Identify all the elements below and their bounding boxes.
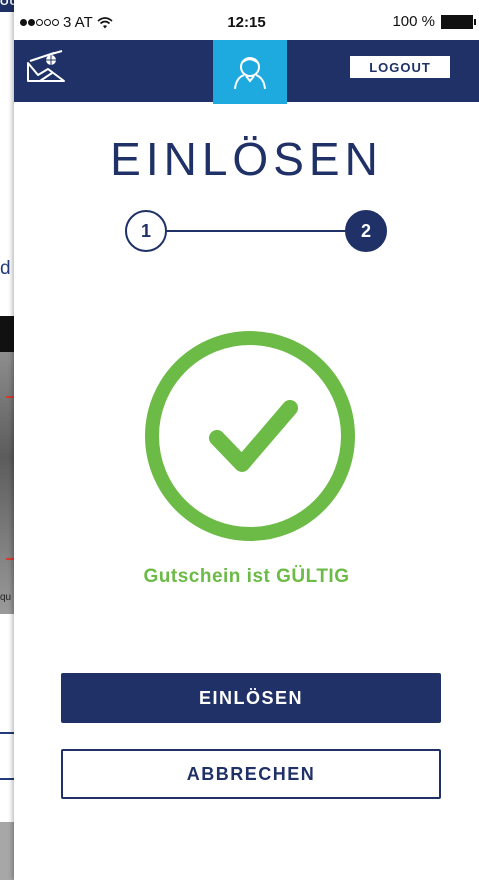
mountain-sun-logo-icon[interactable] (24, 49, 68, 85)
background-divider (0, 778, 14, 780)
redeem-screen: 3 AT 12:15 100 % LOGOUT EINLÖSEN 1 2 Gut… (14, 0, 479, 880)
voucher-status-message: Gutschein ist GÜLTIG (143, 566, 350, 587)
status-right: 100 % (392, 13, 476, 30)
status-bar: 3 AT 12:15 100 % (14, 0, 479, 40)
page-title: EINLÖSEN (110, 133, 383, 185)
profile-button[interactable] (213, 40, 287, 104)
step-1-indicator: 1 (125, 210, 167, 252)
background-divider (0, 732, 14, 734)
cancel-button[interactable]: ABBRECHEN (61, 749, 441, 799)
background-red-line (6, 396, 14, 398)
step-2-indicator: 2 (345, 210, 387, 252)
logout-button[interactable]: LOGOUT (349, 55, 451, 79)
background-gray-block (0, 822, 14, 880)
background-red-line (6, 558, 14, 560)
background-caption-fragment: qu (0, 592, 12, 603)
progress-stepper: 1 2 (125, 210, 387, 252)
success-status (144, 330, 356, 542)
stepper-connector (165, 230, 345, 232)
background-dark-bar (0, 316, 14, 352)
user-icon (234, 57, 266, 90)
background-link-fragment: d (0, 258, 11, 279)
battery-icon (441, 14, 476, 29)
battery-percentage: 100 % (392, 13, 435, 30)
redeem-button[interactable]: EINLÖSEN (61, 673, 441, 723)
background-photo (0, 352, 14, 614)
checkmark-circle-icon (145, 331, 355, 541)
